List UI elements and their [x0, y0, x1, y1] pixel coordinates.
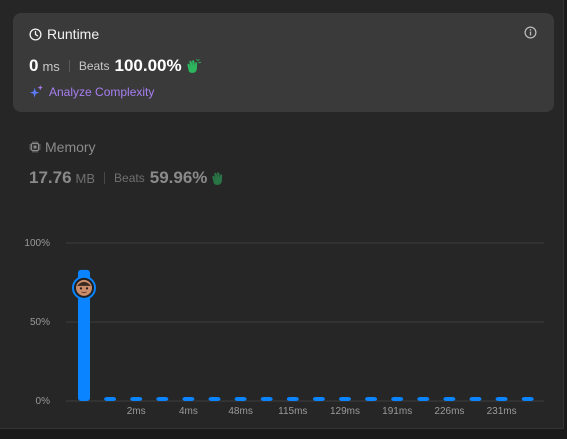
x-tick-label: 115ms — [278, 406, 308, 417]
clap-icon — [187, 58, 201, 73]
chart-plot-area — [66, 242, 544, 402]
chart-bar[interactable] — [469, 397, 482, 401]
clap-icon — [212, 171, 223, 185]
sparkle-icon — [29, 84, 43, 98]
runtime-beats-value: 100.00% — [114, 56, 182, 75]
runtime-value: 0 — [29, 56, 39, 75]
chart-bar[interactable] — [312, 397, 325, 401]
chart-bar[interactable] — [156, 397, 169, 401]
chart-bar[interactable] — [260, 397, 273, 401]
runtime-title: Runtime — [47, 26, 100, 42]
chart-bar[interactable] — [208, 397, 221, 401]
chart-bar[interactable] — [104, 397, 117, 401]
memory-beats-value: 59.96% — [149, 168, 208, 187]
memory-stats: 17.76 MB Beats 59.96% — [29, 168, 227, 188]
runtime-card[interactable]: Runtime 0 ms Beats 100.00% Analyze Compl… — [13, 13, 554, 112]
runtime-distribution-chart: 100% 50% 0% 2ms 4ms 48ms 115ms 129ms 191ms 226… — [0, 230, 563, 430]
x-tick-label: 4ms — [178, 406, 198, 417]
runtime-unit: ms — [42, 58, 60, 74]
clock-icon — [29, 27, 42, 41]
chart-bar[interactable] — [521, 397, 534, 401]
chart-bar[interactable] — [443, 397, 456, 401]
x-tick-label: 48ms — [228, 406, 253, 417]
divider — [104, 172, 106, 184]
memory-header[interactable]: Memory — [29, 139, 96, 155]
chart-bar[interactable] — [391, 397, 404, 401]
x-tick-label: 129ms — [329, 406, 361, 417]
x-tick-label: 226ms — [434, 406, 465, 417]
memory-unit: MB — [75, 170, 96, 186]
chart-bar[interactable] — [286, 397, 299, 401]
memory-value: 17.76 — [29, 168, 72, 187]
user-avatar-marker — [72, 275, 96, 300]
chart-bar[interactable] — [234, 397, 247, 401]
submission-stats-panel: Runtime 0 ms Beats 100.00% Analyze Compl… — [0, 0, 564, 429]
analyze-complexity-label: Analyze Complexity — [49, 84, 155, 99]
runtime-beats-label: Beats — [78, 59, 110, 73]
memory-beats-label: Beats — [114, 171, 145, 185]
chart-bar[interactable] — [130, 397, 143, 401]
chart-bar[interactable] — [182, 397, 195, 401]
memory-title: Memory — [45, 139, 96, 155]
chip-icon — [29, 141, 41, 153]
chart-bar[interactable] — [339, 397, 351, 401]
chart-bar[interactable] — [417, 397, 430, 401]
chart-bar[interactable] — [495, 397, 508, 401]
info-icon[interactable] — [524, 26, 537, 39]
x-tick-label: 2ms — [126, 406, 146, 417]
x-tick-label: 191ms — [382, 406, 413, 417]
analyze-complexity-link[interactable]: Analyze Complexity — [29, 84, 154, 99]
divider — [68, 60, 70, 72]
x-tick-label: 231ms — [486, 406, 517, 417]
runtime-header: Runtime — [29, 26, 99, 42]
runtime-stats: 0 ms Beats 100.00% — [29, 56, 202, 76]
chart-bar[interactable] — [365, 397, 378, 401]
